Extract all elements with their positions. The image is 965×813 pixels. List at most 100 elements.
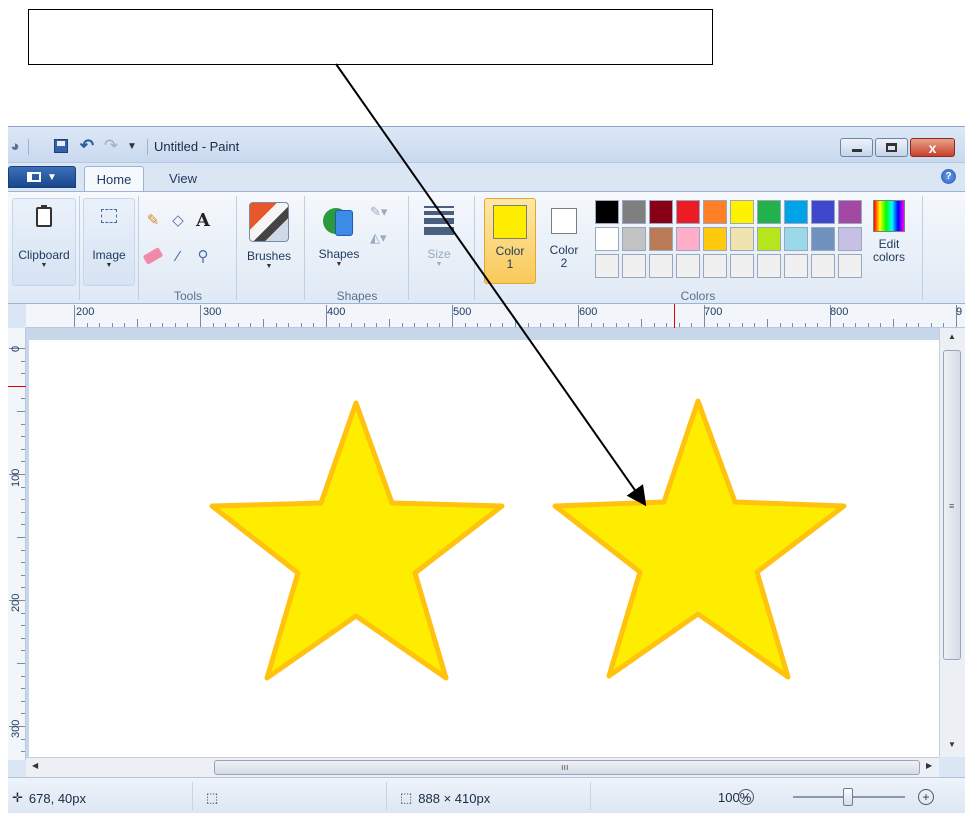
color-swatch[interactable]	[622, 254, 646, 278]
color-swatch[interactable]	[730, 200, 754, 224]
redo-icon[interactable]: ↷	[102, 136, 120, 155]
ruler-tick	[339, 323, 340, 327]
color-swatch[interactable]	[784, 227, 808, 251]
color-picker-icon[interactable]: ⁄	[166, 244, 190, 268]
magnifier-icon[interactable]: ⚲	[191, 244, 215, 268]
zoom-slider-thumb[interactable]	[843, 788, 853, 806]
ruler-tick	[175, 323, 176, 327]
ruler-tick	[427, 323, 428, 327]
drawing-canvas[interactable]	[29, 340, 939, 757]
ruler-tick	[880, 323, 881, 327]
eraser-icon[interactable]	[141, 244, 165, 268]
help-icon[interactable]: ?	[941, 169, 956, 184]
color-swatch[interactable]	[784, 254, 808, 278]
maximize-button[interactable]	[875, 138, 908, 157]
color1-button[interactable]: Color 1	[484, 198, 536, 284]
star-shape[interactable]	[209, 400, 505, 681]
scroll-left-icon[interactable]: ◀	[32, 761, 38, 770]
clipboard-button[interactable]: Clipboard ▼	[12, 198, 76, 286]
color-swatch[interactable]	[838, 254, 862, 278]
ruler-tick	[591, 323, 592, 327]
color-swatch[interactable]	[838, 200, 862, 224]
ruler-tick	[21, 575, 25, 576]
ribbon-tabs: ▼ Home View ?	[8, 163, 965, 191]
color-swatch[interactable]	[811, 227, 835, 251]
ruler-tick	[21, 487, 25, 488]
minimize-button[interactable]	[840, 138, 873, 157]
ruler-tick	[868, 323, 869, 327]
ruler-tick	[137, 319, 138, 327]
ruler-tick	[21, 713, 25, 714]
color-swatch[interactable]	[703, 254, 727, 278]
color-swatch[interactable]	[838, 227, 862, 251]
star-shape[interactable]	[552, 398, 847, 680]
color-swatch[interactable]	[595, 227, 619, 251]
ruler-tick	[124, 323, 125, 327]
color-swatch[interactable]	[730, 227, 754, 251]
color2-number: 2	[560, 256, 568, 270]
ruler-tick	[225, 323, 226, 327]
ruler-tick	[17, 411, 25, 412]
color-swatch[interactable]	[649, 227, 673, 251]
color-swatch[interactable]	[757, 200, 781, 224]
color-swatch[interactable]	[622, 227, 646, 251]
tab-view[interactable]: View	[153, 166, 213, 191]
color2-button[interactable]: Color 2	[538, 198, 590, 284]
color-swatch[interactable]	[730, 254, 754, 278]
save-icon[interactable]	[52, 137, 70, 155]
color-swatch[interactable]	[811, 254, 835, 278]
color-swatch[interactable]	[622, 200, 646, 224]
color-swatch[interactable]	[676, 200, 700, 224]
ruler-tick	[767, 319, 768, 327]
vertical-scroll-thumb[interactable]: ≡	[943, 350, 961, 660]
pencil-icon[interactable]: ✎	[141, 208, 165, 232]
zoom-out-button[interactable]: −	[738, 789, 754, 805]
canvas-size-icon: ⬚	[400, 790, 413, 805]
ruler-tick	[553, 323, 554, 327]
tab-home[interactable]: Home	[84, 166, 144, 191]
color-swatch[interactable]	[595, 200, 619, 224]
shape-fill-icon[interactable]: ◭▾	[370, 230, 387, 246]
brushes-button[interactable]: Brushes ▼	[240, 198, 298, 270]
ruler-tick	[21, 436, 25, 437]
horizontal-scrollbar[interactable]: ◀ ııı ▶	[26, 757, 939, 777]
color-swatch[interactable]	[784, 200, 808, 224]
close-button[interactable]: x	[910, 138, 955, 157]
file-menu-button[interactable]: ▼	[8, 166, 76, 188]
text-icon[interactable]: A	[191, 208, 215, 232]
paint-app-icon[interactable]: ◕	[8, 137, 22, 155]
color-swatch[interactable]	[703, 200, 727, 224]
color-swatch[interactable]	[649, 254, 673, 278]
image-button[interactable]: Image ▼	[83, 198, 135, 286]
fill-bucket-icon[interactable]: ◇	[166, 208, 190, 232]
group-separator	[236, 196, 237, 300]
zoom-in-button[interactable]: +	[918, 789, 934, 805]
color-swatch[interactable]	[703, 227, 727, 251]
customize-dropdown-icon[interactable]: ▼	[126, 137, 138, 155]
status-separator	[590, 782, 591, 810]
horizontal-scroll-thumb[interactable]: ııı	[214, 760, 920, 775]
color-swatch[interactable]	[649, 200, 673, 224]
color-swatch[interactable]	[811, 200, 835, 224]
ruler-tick	[893, 319, 894, 327]
ruler-tick	[263, 319, 264, 327]
ruler-label: 300	[10, 719, 22, 738]
status-separator	[192, 782, 193, 810]
shapes-label: Shapes	[318, 247, 360, 261]
shapes-button[interactable]: Shapes ▼	[310, 198, 368, 268]
shape-outline-icon[interactable]: ✎▾	[370, 204, 387, 220]
edit-colors-button[interactable]: Edit colors	[864, 198, 914, 264]
vertical-scrollbar[interactable]: ▲ ≡ ▼	[939, 328, 965, 757]
undo-icon[interactable]: ↶	[78, 136, 96, 155]
color-swatch[interactable]	[757, 227, 781, 251]
scroll-right-icon[interactable]: ▶	[926, 761, 932, 770]
ruler-tick	[213, 323, 214, 327]
chevron-down-icon: ▼	[105, 262, 113, 269]
color-swatch[interactable]	[676, 227, 700, 251]
color-swatch[interactable]	[757, 254, 781, 278]
scroll-up-icon[interactable]: ▲	[940, 332, 964, 346]
color-swatch[interactable]	[595, 254, 619, 278]
size-button[interactable]: Size ▼	[416, 198, 462, 268]
color-swatch[interactable]	[676, 254, 700, 278]
scroll-down-icon[interactable]: ▼	[940, 740, 964, 754]
